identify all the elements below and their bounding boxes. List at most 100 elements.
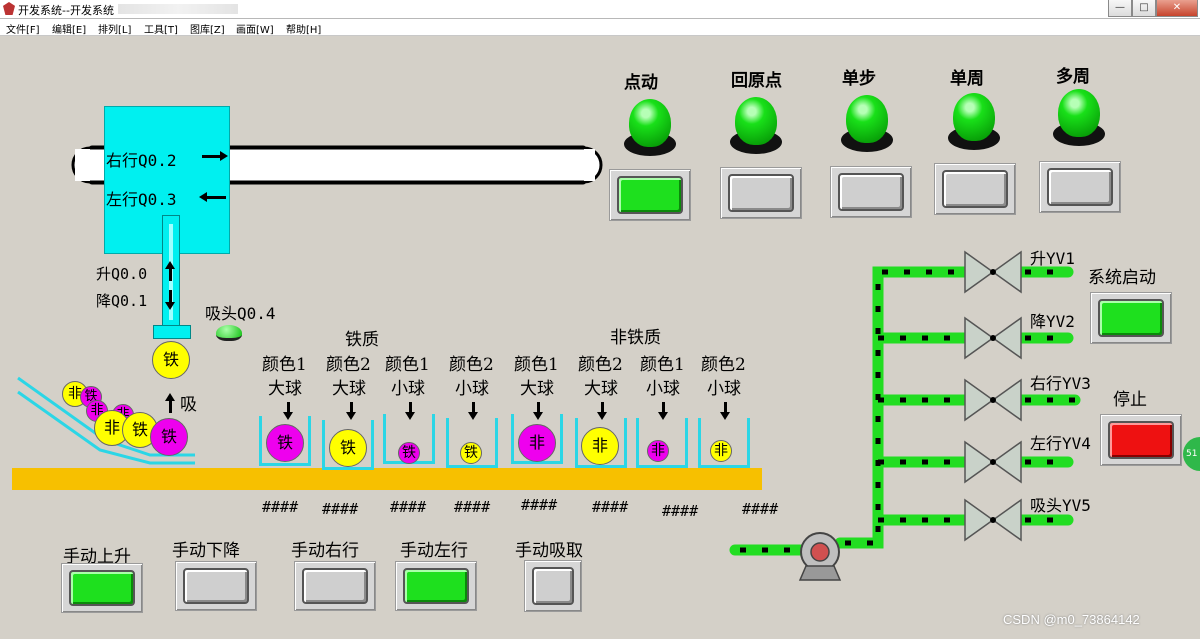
bin-counter: ####	[742, 500, 779, 518]
button-face	[1098, 299, 1164, 337]
valve-label-up: 升YV1	[1030, 249, 1075, 268]
button-face	[617, 176, 683, 214]
right-arrow-icon	[202, 155, 222, 158]
down-arrow-head	[165, 302, 175, 310]
left-arrow-icon	[206, 196, 226, 199]
valve-label-left: 左行YV4	[1030, 434, 1091, 453]
bin-label: 大球	[268, 379, 302, 399]
up-arrow-icon	[169, 267, 172, 281]
held-ball: 铁	[152, 341, 190, 379]
bin-ball: 非	[581, 427, 619, 465]
button-face	[69, 570, 135, 606]
manual-label-right: 手动右行	[291, 541, 359, 561]
button-face	[1108, 421, 1174, 459]
stop-label: 停止	[1113, 390, 1147, 410]
bin-counter: ####	[592, 498, 629, 516]
bin-label: 颜色2	[449, 355, 494, 375]
bin-ball: 非	[647, 440, 669, 462]
button-face	[302, 568, 368, 604]
bin-counter: ####	[390, 498, 427, 516]
air-pipes	[729, 266, 1081, 556]
button-face	[183, 568, 249, 604]
mode-button-single[interactable]	[934, 163, 1016, 215]
up-label: 升Q0.0	[96, 265, 148, 283]
bin-label: 颜色1	[262, 355, 307, 375]
bin-label: 颜色2	[326, 355, 371, 375]
bin-label: 颜色1	[385, 355, 430, 375]
bin-label: 小球	[391, 379, 425, 399]
manual-left-button[interactable]	[395, 561, 477, 611]
mode-button-home[interactable]	[720, 167, 802, 219]
bin-counter: ####	[322, 500, 359, 518]
manual-label-left: 手动左行	[400, 541, 468, 561]
mode-label-step: 单步	[842, 69, 876, 89]
watermark: CSDN @m0_73864142	[1003, 612, 1140, 627]
suck-arrow-icon	[169, 399, 172, 413]
bin-counter: ####	[521, 496, 558, 514]
bin-label: 大球	[584, 379, 618, 399]
button-face	[942, 170, 1008, 208]
manual-right-button[interactable]	[294, 561, 376, 611]
right-arrow-head	[220, 151, 228, 161]
bin-ball: 铁	[460, 442, 482, 464]
bin-counter: ####	[262, 498, 299, 516]
bin-label: 小球	[707, 379, 741, 399]
suction-lamp	[216, 325, 242, 341]
manual-label-down: 手动下降	[172, 541, 240, 561]
button-face	[532, 567, 574, 605]
button-face	[728, 174, 794, 212]
mode-button-multi[interactable]	[1039, 161, 1121, 213]
mode-button-jog[interactable]	[609, 169, 691, 221]
bin-ball: 铁	[266, 424, 304, 462]
group-nonferrous: 非铁质	[610, 328, 661, 348]
manual-up-button[interactable]	[61, 563, 143, 613]
valve-label-right: 右行YV3	[1030, 374, 1091, 393]
drop-arrow-head	[346, 412, 356, 420]
bin-label: 颜色2	[701, 355, 746, 375]
mode-label-jog: 点动	[624, 73, 658, 93]
system-stop-button[interactable]	[1100, 414, 1182, 466]
bin-label: 小球	[646, 379, 680, 399]
bin-label: 大球	[332, 379, 366, 399]
manual-label-suck: 手动吸取	[515, 541, 583, 561]
start-label: 系统启动	[1088, 268, 1156, 288]
conveyor-belt	[12, 468, 762, 490]
bin-label: 颜色1	[640, 355, 685, 375]
bin-ball: 铁	[398, 442, 420, 464]
suction-label: 吸头Q0.4	[205, 304, 276, 323]
suck-arrow-head	[165, 393, 175, 401]
manual-down-button[interactable]	[175, 561, 257, 611]
valve-label-suction: 吸头YV5	[1030, 496, 1091, 515]
pump-icon	[798, 532, 842, 581]
mode-lamp-jog	[629, 99, 671, 147]
bin-ball: 非	[710, 440, 732, 462]
button-face	[403, 568, 469, 604]
feeder-ball: 铁	[150, 418, 188, 456]
bin-counter: ####	[662, 502, 699, 520]
bin-label: 颜色2	[578, 355, 623, 375]
suck-label: 吸	[180, 395, 197, 415]
mode-lamp-home	[735, 97, 777, 145]
bin-counter: ####	[454, 498, 491, 516]
valve-label-down: 降YV2	[1030, 312, 1075, 331]
group-iron: 铁质	[345, 330, 379, 350]
manual-suck-button[interactable]	[524, 560, 582, 612]
bin-label: 大球	[520, 379, 554, 399]
pipe-dashes	[740, 269, 1075, 553]
bin-label: 小球	[455, 379, 489, 399]
mode-lamp-single	[953, 93, 995, 141]
bin-ball: 非	[518, 424, 556, 462]
mode-label-home: 回原点	[731, 71, 782, 91]
button-face	[1047, 168, 1113, 206]
suction-head	[153, 325, 191, 339]
right-label: 右行Q0.2	[106, 151, 177, 170]
button-face	[838, 173, 904, 211]
mode-button-step[interactable]	[830, 166, 912, 218]
system-start-button[interactable]	[1090, 292, 1172, 344]
left-arrow-head	[199, 192, 207, 202]
mode-lamp-step	[846, 95, 888, 143]
valve-shapes	[964, 250, 1022, 542]
down-label: 降Q0.1	[96, 292, 148, 310]
bin-ball: 铁	[329, 429, 367, 467]
up-arrow-head	[165, 261, 175, 269]
